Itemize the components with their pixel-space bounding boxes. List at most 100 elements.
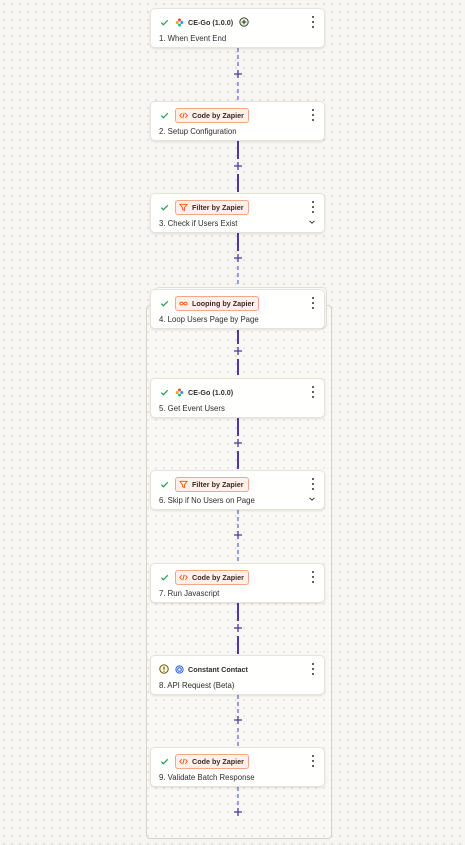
check-icon (159, 387, 169, 397)
step-title: 6. Skip if No Users on Page (159, 496, 255, 505)
code-icon (179, 111, 188, 120)
plus-icon (234, 254, 242, 262)
app-pill: Code by Zapier (175, 569, 249, 585)
check-icon (159, 17, 169, 27)
more-options-icon[interactable] (310, 478, 316, 490)
step-title: 3. Check if Users Exist (159, 219, 238, 228)
add-step-button[interactable] (231, 436, 245, 450)
step-header: Code by Zapier (159, 569, 249, 585)
check-icon (159, 756, 169, 766)
step-header: Code by Zapier (159, 753, 249, 769)
add-step-button[interactable] (231, 251, 245, 265)
ce-go-icon (175, 18, 184, 27)
loop-icon (179, 299, 188, 308)
add-step-button[interactable] (231, 805, 245, 819)
more-options-icon[interactable] (310, 16, 316, 28)
step-title: 8. API Request (Beta) (159, 681, 235, 690)
app-name: Filter by Zapier (192, 202, 244, 212)
app-name: Code by Zapier (192, 572, 244, 582)
app-name: Code by Zapier (192, 756, 244, 766)
app-label: CE-Go (1.0.0) (175, 388, 233, 397)
more-options-icon[interactable] (310, 109, 316, 121)
app-pill: Code by Zapier (175, 753, 249, 769)
add-step-button[interactable] (231, 528, 245, 542)
app-name: Filter by Zapier (192, 479, 244, 489)
connector-line (237, 330, 239, 344)
more-options-icon[interactable] (310, 755, 316, 767)
connector-line (237, 543, 239, 561)
plus-icon (234, 70, 242, 78)
connector-line (237, 603, 239, 621)
step-card-8[interactable]: Constant Contact 8. API Request (Beta) (150, 655, 325, 695)
connector-line (237, 728, 239, 746)
app-name: CE-Go (1.0.0) (188, 387, 234, 397)
step-header: Constant Contact (159, 662, 248, 676)
app-name: Looping by Zapier (192, 298, 255, 308)
app-name: Constant Contact (188, 664, 248, 674)
step-card-7[interactable]: Code by Zapier 7. Run Javascript (150, 563, 325, 603)
step-card-1[interactable]: CE-Go (1.0.0) 1. When Event End (150, 8, 325, 48)
step-title: 7. Run Javascript (159, 589, 220, 598)
add-step-button[interactable] (231, 621, 245, 635)
code-icon (179, 573, 188, 582)
add-step-button[interactable] (231, 159, 245, 173)
warning-icon (159, 664, 169, 674)
step-title: 9. Validate Batch Response (159, 773, 255, 782)
add-step-button[interactable] (231, 344, 245, 358)
plus-icon (234, 808, 242, 816)
chevron-down-icon[interactable] (308, 495, 316, 503)
step-card-4[interactable]: Looping by Zapier 4. Loop Users Page by … (150, 289, 325, 329)
app-pill: Code by Zapier (175, 107, 249, 123)
more-options-icon[interactable] (310, 571, 316, 583)
connector-line (237, 451, 239, 469)
connector-line (237, 266, 239, 286)
step-card-6[interactable]: Filter by Zapier 6. Skip if No Users on … (150, 470, 325, 510)
more-options-icon[interactable] (310, 663, 316, 675)
step-header: CE-Go (1.0.0) (159, 385, 233, 399)
plus-icon (234, 624, 242, 632)
zap-editor-canvas[interactable]: CE-Go (1.0.0) 1. When Event End Code by … (0, 0, 465, 845)
check-icon (159, 110, 169, 120)
ce-go-icon (175, 388, 184, 397)
step-card-2[interactable]: Code by Zapier 2. Setup Configuration (150, 101, 325, 141)
connector-line (237, 359, 239, 375)
step-title: 1. When Event End (159, 34, 227, 43)
filter-icon (179, 480, 188, 489)
plus-icon (234, 439, 242, 447)
step-card-9[interactable]: Code by Zapier 9. Validate Batch Respons… (150, 747, 325, 787)
app-label: CE-Go (1.0.0) (175, 18, 233, 27)
connector-line (237, 787, 239, 805)
chevron-down-icon[interactable] (308, 218, 316, 226)
more-options-icon[interactable] (310, 386, 316, 398)
app-name: Code by Zapier (192, 110, 244, 120)
step-header: Looping by Zapier (159, 295, 260, 311)
step-header: Filter by Zapier (159, 199, 249, 215)
check-icon (159, 202, 169, 212)
app-pill: Filter by Zapier (175, 476, 249, 492)
constant-contact-icon (175, 664, 184, 674)
check-icon (159, 298, 169, 308)
connector-line (237, 82, 239, 100)
app-pill: Looping by Zapier (175, 295, 260, 311)
connector-line (237, 418, 239, 436)
connector-line (237, 636, 239, 654)
step-header: Code by Zapier (159, 107, 249, 123)
plus-icon (234, 162, 242, 170)
more-options-icon[interactable] (310, 297, 316, 309)
code-icon (179, 757, 188, 766)
step-card-5[interactable]: CE-Go (1.0.0) 5. Get Event Users (150, 378, 325, 418)
plus-icon (234, 716, 242, 724)
connector-line (237, 233, 239, 251)
step-title: 5. Get Event Users (159, 404, 225, 413)
plus-icon (234, 347, 242, 355)
connector-line (237, 141, 239, 159)
app-label: Constant Contact (175, 665, 248, 674)
add-circle-icon[interactable] (239, 17, 249, 27)
add-step-button[interactable] (231, 713, 245, 727)
check-icon (159, 479, 169, 489)
more-options-icon[interactable] (310, 201, 316, 213)
add-step-button[interactable] (231, 67, 245, 81)
step-card-3[interactable]: Filter by Zapier 3. Check if Users Exist (150, 193, 325, 233)
app-name: CE-Go (1.0.0) (188, 17, 234, 27)
filter-icon (179, 203, 188, 212)
